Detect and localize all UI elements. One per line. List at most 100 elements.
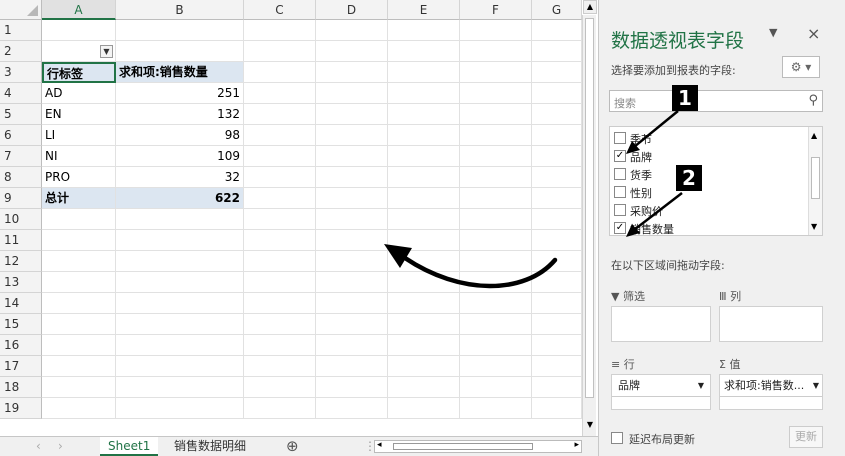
cell[interactable] bbox=[316, 62, 388, 83]
cell[interactable] bbox=[42, 377, 116, 398]
row-header-11[interactable]: 11 bbox=[0, 230, 42, 251]
cell[interactable] bbox=[388, 41, 460, 62]
column-header-e[interactable]: E bbox=[388, 0, 460, 20]
pivot-header-value[interactable]: 求和项:销售数量 bbox=[116, 62, 244, 83]
add-sheet-icon[interactable]: ⊕ bbox=[278, 437, 307, 456]
row-header-13[interactable]: 13 bbox=[0, 272, 42, 293]
scroll-right-icon[interactable]: ▸ bbox=[574, 440, 579, 450]
cell[interactable] bbox=[532, 83, 582, 104]
row-header-19[interactable]: 19 bbox=[0, 398, 42, 419]
cell[interactable] bbox=[244, 230, 316, 251]
cell[interactable] bbox=[316, 377, 388, 398]
cell[interactable] bbox=[532, 398, 582, 419]
columns-drop-area[interactable] bbox=[719, 306, 823, 342]
cell[interactable] bbox=[116, 251, 244, 272]
cell[interactable] bbox=[316, 209, 388, 230]
row-header-8[interactable]: 8 bbox=[0, 167, 42, 188]
cell[interactable] bbox=[532, 104, 582, 125]
rows-field-brand[interactable]: 品牌 ▼ bbox=[612, 375, 710, 397]
cell[interactable] bbox=[460, 314, 532, 335]
update-button[interactable]: 更新 bbox=[789, 426, 823, 448]
filter-drop-area[interactable] bbox=[611, 306, 711, 342]
cell[interactable] bbox=[388, 20, 460, 41]
values-drop-area[interactable]: 求和项:销售数... ▼ bbox=[719, 374, 823, 410]
cell[interactable] bbox=[42, 335, 116, 356]
cell[interactable] bbox=[460, 167, 532, 188]
hscroll-thumb[interactable] bbox=[393, 443, 533, 450]
cell[interactable] bbox=[388, 356, 460, 377]
cell[interactable] bbox=[244, 41, 316, 62]
cell[interactable] bbox=[532, 20, 582, 41]
gear-icon[interactable]: ⚙ ▾ bbox=[782, 56, 820, 78]
cell[interactable] bbox=[42, 314, 116, 335]
cell[interactable] bbox=[388, 146, 460, 167]
scroll-up-icon[interactable]: ▲ bbox=[811, 131, 817, 140]
horizontal-scrollbar[interactable]: ◂ ▸ bbox=[374, 440, 582, 453]
scroll-left-icon[interactable]: ◂ bbox=[377, 440, 382, 450]
cell[interactable] bbox=[460, 398, 532, 419]
pivot-row-value[interactable]: 98 bbox=[116, 125, 244, 146]
cell[interactable] bbox=[244, 188, 316, 209]
cell[interactable] bbox=[244, 272, 316, 293]
row-header-6[interactable]: 6 bbox=[0, 125, 42, 146]
cell[interactable] bbox=[244, 356, 316, 377]
column-header-b[interactable]: B bbox=[116, 0, 244, 20]
row-header-1[interactable]: 1 bbox=[0, 20, 42, 41]
cell[interactable] bbox=[532, 209, 582, 230]
cell[interactable] bbox=[316, 398, 388, 419]
cell[interactable] bbox=[460, 335, 532, 356]
cell[interactable] bbox=[532, 377, 582, 398]
cell[interactable] bbox=[388, 314, 460, 335]
cell[interactable] bbox=[316, 314, 388, 335]
cell[interactable] bbox=[388, 398, 460, 419]
tab-prev-icon[interactable]: ‹ bbox=[28, 437, 49, 456]
row-header-3[interactable]: 3 bbox=[0, 62, 42, 83]
cell[interactable] bbox=[42, 398, 116, 419]
pivot-row-value[interactable]: 109 bbox=[116, 146, 244, 167]
cell[interactable] bbox=[388, 83, 460, 104]
cell[interactable] bbox=[116, 209, 244, 230]
cell[interactable] bbox=[388, 104, 460, 125]
row-header-17[interactable]: 17 bbox=[0, 356, 42, 377]
cell[interactable] bbox=[316, 83, 388, 104]
cell[interactable] bbox=[244, 83, 316, 104]
cell[interactable] bbox=[116, 356, 244, 377]
cell[interactable] bbox=[460, 83, 532, 104]
cell[interactable] bbox=[244, 398, 316, 419]
scroll-up-icon[interactable]: ▲ bbox=[583, 0, 597, 14]
chevron-down-icon[interactable]: ▼ bbox=[813, 375, 819, 397]
row-header-9[interactable]: 9 bbox=[0, 188, 42, 209]
cell[interactable] bbox=[532, 167, 582, 188]
cell[interactable] bbox=[116, 377, 244, 398]
row-header-10[interactable]: 10 bbox=[0, 209, 42, 230]
cell[interactable] bbox=[532, 125, 582, 146]
cell[interactable] bbox=[388, 167, 460, 188]
pivot-row-label[interactable]: NI bbox=[42, 146, 116, 167]
cell[interactable] bbox=[116, 230, 244, 251]
cell[interactable] bbox=[316, 20, 388, 41]
cell[interactable] bbox=[244, 20, 316, 41]
column-header-c[interactable]: C bbox=[244, 0, 316, 20]
close-icon[interactable]: × bbox=[807, 24, 820, 43]
cell[interactable] bbox=[42, 272, 116, 293]
pivot-row-value[interactable]: 251 bbox=[116, 83, 244, 104]
row-header-18[interactable]: 18 bbox=[0, 377, 42, 398]
cell[interactable] bbox=[244, 125, 316, 146]
row-header-16[interactable]: 16 bbox=[0, 335, 42, 356]
cell[interactable] bbox=[460, 20, 532, 41]
cell[interactable] bbox=[316, 146, 388, 167]
cell[interactable] bbox=[244, 167, 316, 188]
pivot-row-label[interactable]: EN bbox=[42, 104, 116, 125]
pivot-row-label[interactable]: LI bbox=[42, 125, 116, 146]
cell[interactable] bbox=[316, 125, 388, 146]
values-field-sum[interactable]: 求和项:销售数... ▼ bbox=[720, 375, 822, 397]
cell[interactable] bbox=[460, 209, 532, 230]
tab-sales-detail[interactable]: 销售数据明细 bbox=[166, 437, 254, 456]
cell[interactable] bbox=[460, 146, 532, 167]
row-header-4[interactable]: 4 bbox=[0, 83, 42, 104]
cell[interactable] bbox=[532, 188, 582, 209]
cell[interactable] bbox=[532, 62, 582, 83]
column-header-d[interactable]: D bbox=[316, 0, 388, 20]
cell[interactable] bbox=[532, 356, 582, 377]
cell[interactable] bbox=[316, 167, 388, 188]
